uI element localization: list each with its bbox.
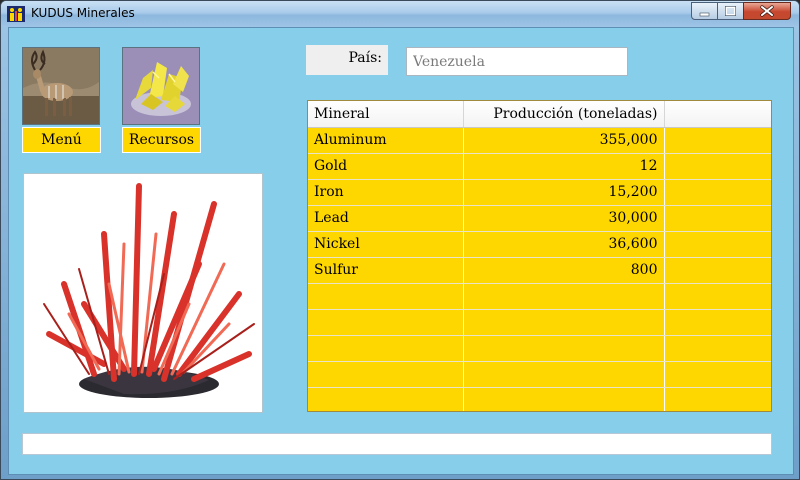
cell-production[interactable] — [463, 361, 665, 388]
close-button[interactable] — [743, 2, 791, 20]
column-header-production[interactable]: Producción (toneladas) — [463, 101, 665, 128]
cell-blank[interactable] — [664, 309, 771, 336]
cell-blank[interactable] — [664, 257, 771, 284]
table-row[interactable]: Lead 30,000 — [308, 205, 771, 232]
country-label: País: — [306, 45, 388, 75]
country-input[interactable] — [406, 47, 628, 76]
window-title: KUDUS Minerales — [31, 6, 135, 20]
cell-production[interactable]: 800 — [463, 257, 665, 284]
close-icon — [760, 5, 774, 17]
cell-production[interactable]: 12 — [463, 153, 665, 180]
cell-mineral[interactable]: Iron — [308, 179, 464, 206]
app-window: KUDUS Minerales Menú Recursos País: Vene… — [0, 0, 800, 480]
table-row[interactable] — [308, 387, 771, 411]
kudus-app-icon — [7, 6, 25, 22]
title-bar[interactable]: KUDUS Minerales — [1, 1, 799, 27]
cell-blank[interactable] — [664, 153, 771, 180]
menu-button[interactable]: Menú — [22, 127, 101, 153]
minerals-table[interactable]: Mineral Producción (toneladas) Aluminum … — [307, 100, 772, 412]
cell-mineral[interactable] — [308, 309, 464, 336]
kudu-thumbnail[interactable] — [22, 47, 100, 125]
cell-blank[interactable] — [664, 361, 771, 388]
cell-blank[interactable] — [664, 127, 771, 154]
table-row[interactable] — [308, 309, 771, 336]
table-row[interactable] — [308, 361, 771, 388]
table-header-row: Mineral Producción (toneladas) — [308, 101, 771, 128]
cell-blank[interactable] — [664, 387, 771, 411]
cell-production[interactable] — [463, 309, 665, 336]
cell-production[interactable]: 30,000 — [463, 205, 665, 232]
cell-blank[interactable] — [664, 179, 771, 206]
cell-production[interactable] — [463, 283, 665, 310]
maximize-icon — [725, 5, 736, 16]
sulfur-thumbnail[interactable] — [122, 47, 200, 125]
maximize-button[interactable] — [717, 2, 744, 20]
cell-mineral[interactable]: Nickel — [308, 231, 464, 258]
cell-production[interactable]: 15,200 — [463, 179, 665, 206]
cell-mineral[interactable]: Lead — [308, 205, 464, 232]
cell-mineral[interactable] — [308, 387, 464, 411]
cell-mineral[interactable] — [308, 335, 464, 362]
column-header-blank[interactable] — [664, 101, 771, 128]
table-row[interactable]: Sulfur 800 — [308, 257, 771, 284]
cell-production[interactable]: 355,000 — [463, 127, 665, 154]
table-row[interactable] — [308, 335, 771, 362]
status-bar — [22, 433, 772, 455]
cell-mineral[interactable]: Sulfur — [308, 257, 464, 284]
table-row[interactable]: Nickel 36,600 — [308, 231, 771, 258]
cell-production[interactable]: 36,600 — [463, 231, 665, 258]
cell-mineral[interactable]: Aluminum — [308, 127, 464, 154]
cell-mineral[interactable] — [308, 361, 464, 388]
cell-mineral[interactable]: Gold — [308, 153, 464, 180]
table-row[interactable]: Aluminum 355,000 — [308, 127, 771, 154]
mineral-photo — [23, 173, 263, 413]
table-row[interactable]: Gold 12 — [308, 153, 771, 180]
column-header-mineral[interactable]: Mineral — [308, 101, 464, 128]
cell-blank[interactable] — [664, 335, 771, 362]
client-area: Menú Recursos País: Venezuela Mineral Pr… — [8, 27, 794, 475]
cell-mineral[interactable] — [308, 283, 464, 310]
table-row[interactable]: Iron 15,200 — [308, 179, 771, 206]
cell-blank[interactable] — [664, 205, 771, 232]
cell-blank[interactable] — [664, 231, 771, 258]
table-row[interactable] — [308, 283, 771, 310]
resources-button[interactable]: Recursos — [122, 127, 201, 153]
cell-production[interactable] — [463, 387, 665, 411]
cell-production[interactable] — [463, 335, 665, 362]
minimize-button[interactable] — [691, 2, 718, 20]
minimize-icon — [699, 12, 710, 17]
cell-blank[interactable] — [664, 283, 771, 310]
